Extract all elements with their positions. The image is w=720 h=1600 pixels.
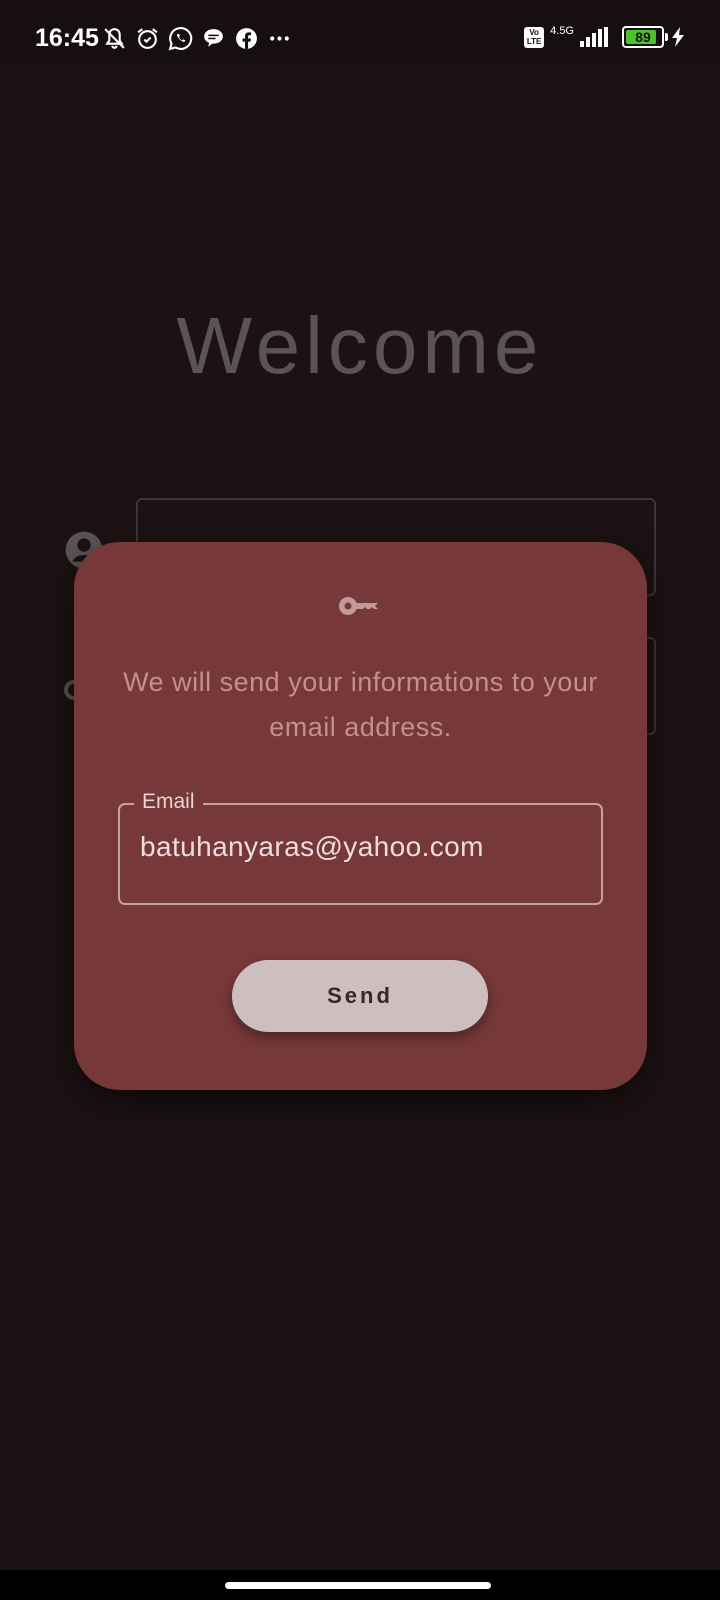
notification-icons [102, 26, 292, 51]
chat-icon [204, 29, 223, 47]
bell-off-icon [104, 28, 125, 49]
welcome-title: Welcome [176, 301, 544, 390]
system-indicators: Vo LTE 4.5G 89 [524, 25, 686, 48]
email-input[interactable] [140, 831, 591, 863]
more-dots-icon [270, 36, 289, 41]
navigation-bar [0, 1570, 720, 1600]
whatsapp-icon [168, 27, 193, 51]
send-button[interactable]: Send [232, 960, 488, 1032]
status-bar: 16:45 Vo LTE 4.5G 89 [0, 0, 720, 64]
battery-icon: 89 [622, 26, 668, 48]
email-label: Email [134, 789, 203, 815]
alarm-icon [137, 28, 158, 49]
dialog-message: We will send your informations to your e… [123, 667, 598, 742]
network-type: 4.5G [550, 25, 574, 37]
key-icon [339, 597, 378, 615]
forgot-password-dialog: We will send your informations to your e… [74, 542, 647, 1090]
facebook-icon [236, 28, 257, 49]
signal-icon [580, 27, 608, 47]
charging-icon [672, 27, 684, 47]
home-indicator[interactable] [225, 1582, 491, 1589]
volte-icon: Vo LTE [524, 26, 545, 48]
email-field[interactable]: Email [118, 789, 603, 905]
battery-percent: 89 [635, 29, 651, 45]
status-time: 16:45 [35, 24, 99, 52]
